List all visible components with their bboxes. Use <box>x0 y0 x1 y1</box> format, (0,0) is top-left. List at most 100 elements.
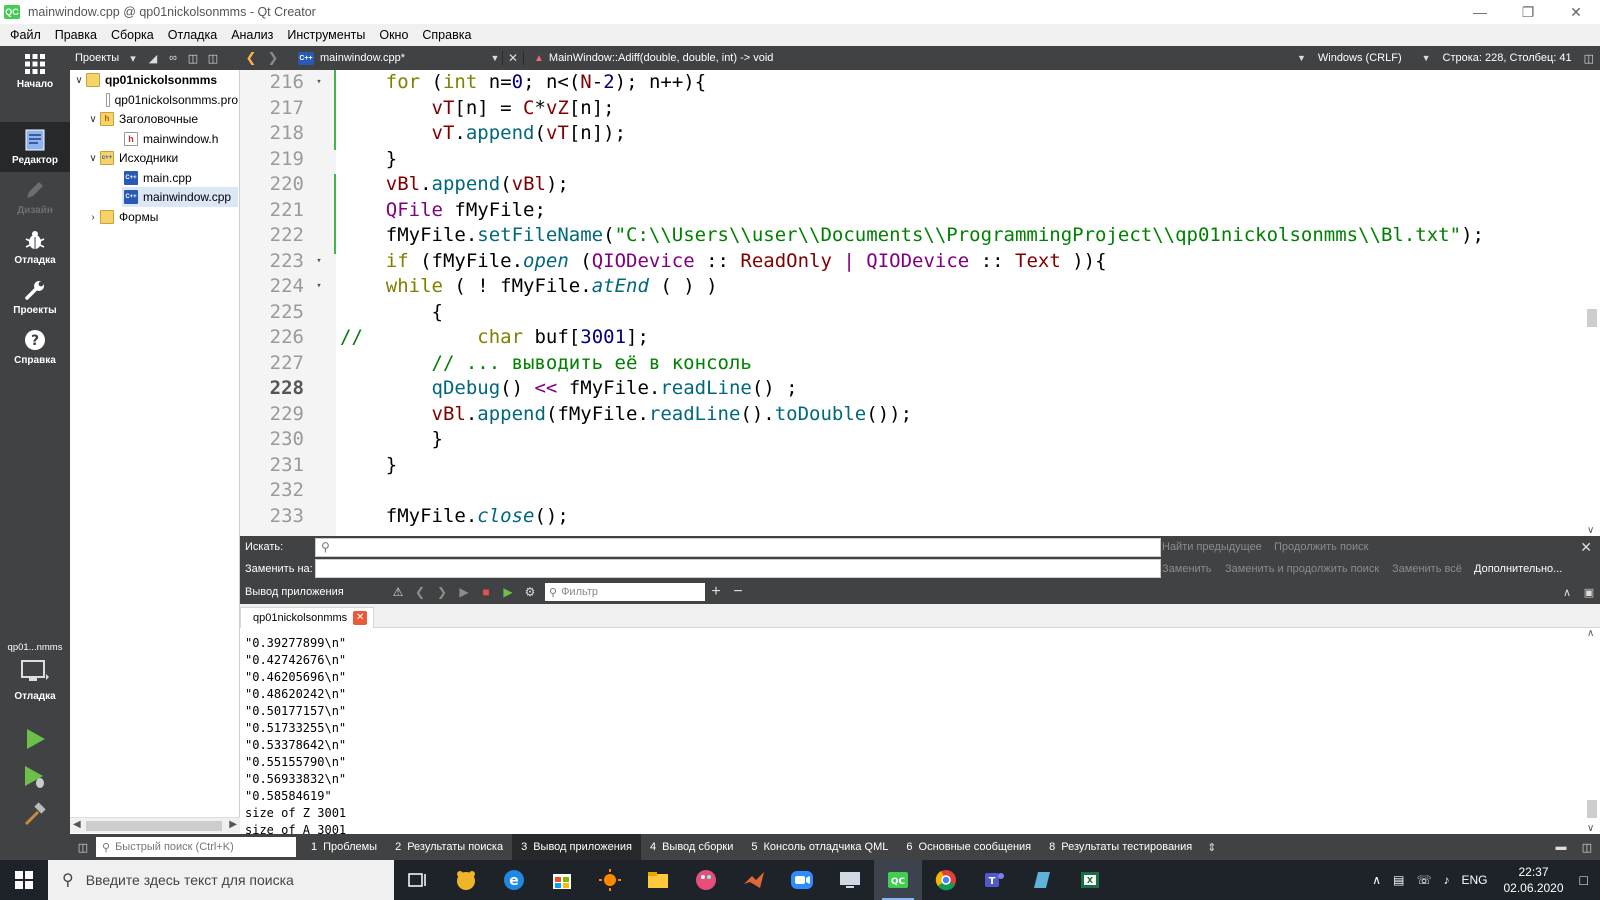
close-pane-icon[interactable]: ▣ <box>1578 586 1600 599</box>
tree-node-forms[interactable]: › Формы <box>86 207 238 227</box>
code-line[interactable]: 216 ▾ for (int n=0; n<(N-2); n++){ <box>240 70 1600 95</box>
locator-input[interactable]: ⚲ Быстрый поиск (Ctrl+K) <box>96 837 296 857</box>
code-line[interactable]: 231 } <box>240 452 1600 478</box>
tray-expand-icon[interactable]: ∧ <box>1372 873 1381 887</box>
replace-all-button[interactable]: Заменить всё <box>1392 563 1462 575</box>
mode-design[interactable]: Дизайн <box>0 172 70 222</box>
search-icon[interactable]: ⚲ <box>321 540 330 554</box>
application-output[interactable]: "0.39277899\n" "0.42742676\n" "0.46205696\… <box>240 628 1584 834</box>
maximize-pane-icon[interactable]: ∧ <box>1556 586 1578 599</box>
chevron-down-icon[interactable]: ∨ <box>86 114 100 125</box>
minimize-icon[interactable]: — <box>1456 0 1504 24</box>
open-documents-combo[interactable]: C++ mainwindow.cpp* <box>298 51 488 65</box>
progress-toggle-icon[interactable]: ▬ <box>1548 841 1574 854</box>
fold-marker-icon[interactable]: ▾ <box>312 248 326 274</box>
tree-node-mainwindow-h[interactable]: h mainwindow.h <box>124 129 238 149</box>
split-icon[interactable]: ◫ <box>183 52 203 65</box>
toggle-sidebar-icon[interactable]: ◫ <box>70 841 96 854</box>
attach-icon[interactable]: ⚠ <box>387 585 409 599</box>
gear-icon[interactable]: ⚙ <box>519 585 541 599</box>
clock[interactable]: 22:37 02.06.2020 <box>1503 864 1563 896</box>
output-filter-input[interactable]: ⚲ Фильтр <box>545 583 705 601</box>
advanced-find-button[interactable]: Дополнительно... <box>1474 563 1562 575</box>
chrome-icon[interactable] <box>922 860 970 900</box>
output-pane-button[interactable]: 6 Основные сообщения <box>897 834 1040 860</box>
menu-debug[interactable]: Отладка <box>161 28 224 42</box>
cursor-position[interactable]: Строка: 228, Столбец: 41 <box>1443 52 1572 64</box>
replace-input[interactable] <box>315 559 1161 578</box>
replace-button[interactable]: Заменить <box>1162 563 1211 575</box>
file-explorer-icon[interactable] <box>634 860 682 900</box>
mode-debug[interactable]: Отладка <box>0 222 70 272</box>
line-ending-combo[interactable]: Windows (CRLF) <box>1318 52 1402 64</box>
close-icon[interactable]: ✕ <box>1552 0 1600 24</box>
scroll-down-icon[interactable]: ∨ <box>1587 823 1594 834</box>
symbol-combo[interactable]: ▲ MainWindow::Adiff(double, double, int)… <box>534 52 773 64</box>
tree-node-pro-file[interactable]: qp01nickolsonmms.pro <box>106 90 238 110</box>
remote-desktop-icon[interactable] <box>826 860 874 900</box>
find-next-button[interactable]: Продолжить поиск <box>1274 541 1368 553</box>
chevron-down-icon[interactable]: ▾ <box>123 52 143 65</box>
chevron-down-icon[interactable]: ▼ <box>1297 53 1306 63</box>
close-sidebar-icon[interactable]: ◫ <box>203 52 223 65</box>
code-editor[interactable]: 216 ▾ for (int n=0; n<(N-2); n++){217 vT[… <box>240 70 1600 536</box>
zoom-icon[interactable] <box>778 860 826 900</box>
code-line[interactable]: 227 // ... выводить её в консоль <box>240 350 1600 376</box>
app-bear-icon[interactable] <box>442 860 490 900</box>
store-icon[interactable] <box>538 860 586 900</box>
output-pane-button[interactable]: 8 Результаты тестирования <box>1040 834 1201 860</box>
chevron-down-icon[interactable]: ▼ <box>1422 53 1431 63</box>
menu-build[interactable]: Сборка <box>104 28 161 42</box>
menu-analyze[interactable]: Анализ <box>224 28 280 42</box>
network-icon[interactable]: ▤ <box>1393 873 1404 887</box>
fold-marker-icon[interactable]: ▾ <box>312 273 326 299</box>
notifications-icon[interactable]: □ <box>1580 872 1588 888</box>
menu-edit[interactable]: Правка <box>48 28 104 42</box>
output-pane-button[interactable]: 3 Вывод приложения <box>512 834 641 860</box>
run-icon[interactable] <box>22 726 48 752</box>
code-line[interactable]: 221 QFile fMyFile; <box>240 197 1600 223</box>
scroll-left-icon[interactable]: ◀ <box>73 819 81 830</box>
mode-editor[interactable]: Редактор <box>0 122 70 172</box>
scroll-down-icon[interactable]: ∨ <box>1587 525 1594 536</box>
notepad-icon[interactable] <box>1018 860 1066 900</box>
output-pane-button[interactable]: 4 Вывод сборки <box>641 834 742 860</box>
paint-icon[interactable] <box>682 860 730 900</box>
rerun-icon[interactable]: ▶ <box>453 585 475 599</box>
menu-file[interactable]: Файл <box>3 28 48 42</box>
code-line[interactable]: 228 qDebug() << fMyFile.readLine() ; <box>240 375 1600 401</box>
teams-icon[interactable]: T <box>970 860 1018 900</box>
code-line[interactable]: 220 vBl.append(vBl); <box>240 171 1600 197</box>
tree-horizontal-scrollbar[interactable]: ◀ ▶ <box>70 817 240 833</box>
code-line[interactable]: 233 fMyFile.close(); <box>240 503 1600 529</box>
code-line[interactable]: 222 fMyFile.setFileName("C:\\Users\\user… <box>240 222 1600 248</box>
find-previous-button[interactable]: Найти предыдущее <box>1162 541 1262 553</box>
taskbar-search-box[interactable]: ⚲ Введите здесь текст для поиска <box>48 860 394 900</box>
projects-view-selector[interactable]: Проекты <box>75 52 123 64</box>
tree-node-mainwindow-cpp[interactable]: C++ mainwindow.cpp <box>122 187 238 207</box>
windows-start-icon[interactable] <box>0 860 48 900</box>
mode-help[interactable]: ? Справка <box>0 322 70 372</box>
code-line[interactable]: 223 ▾ if (fMyFile.open (QIODevice :: Read… <box>240 248 1600 274</box>
language-indicator[interactable]: ENG <box>1461 873 1487 887</box>
output-tab[interactable]: qp01nickolsonmms ✕ <box>240 607 375 628</box>
editor-vertical-scrollbar[interactable]: ∨ <box>1584 70 1600 536</box>
task-view-icon[interactable] <box>394 860 442 900</box>
tree-node-project[interactable]: ∨ qp01nickolsonmms <box>72 70 238 90</box>
scrollbar-thumb[interactable] <box>1587 800 1597 818</box>
code-line[interactable]: 232 <box>240 477 1600 503</box>
more-panes-icon[interactable]: ⇕ <box>1207 841 1216 854</box>
tree-node-sources[interactable]: ∨ c++ Исходники <box>86 148 238 168</box>
code-line[interactable]: 225 { <box>240 299 1600 325</box>
output-vertical-scrollbar[interactable]: ∧ ∨ <box>1584 628 1600 834</box>
scrollbar-thumb[interactable] <box>1587 309 1597 327</box>
code-line[interactable]: 217 vT[n] = C*vZ[n]; <box>240 95 1600 121</box>
mode-welcome[interactable]: Начало <box>0 46 70 96</box>
restore-icon[interactable]: ❐ <box>1504 0 1552 24</box>
kit-selector[interactable]: qp01...nmms Отладка <box>0 642 70 702</box>
stop-icon[interactable]: ■ <box>475 585 497 599</box>
attach-debugger-icon[interactable]: ▶ <box>497 585 519 599</box>
code-line[interactable]: 229 vBl.append(fMyFile.readLine().toDoub… <box>240 401 1600 427</box>
split-editor-icon[interactable]: ◫ <box>1584 52 1594 65</box>
code-line[interactable]: 226 // char buf[3001]; <box>240 324 1600 350</box>
